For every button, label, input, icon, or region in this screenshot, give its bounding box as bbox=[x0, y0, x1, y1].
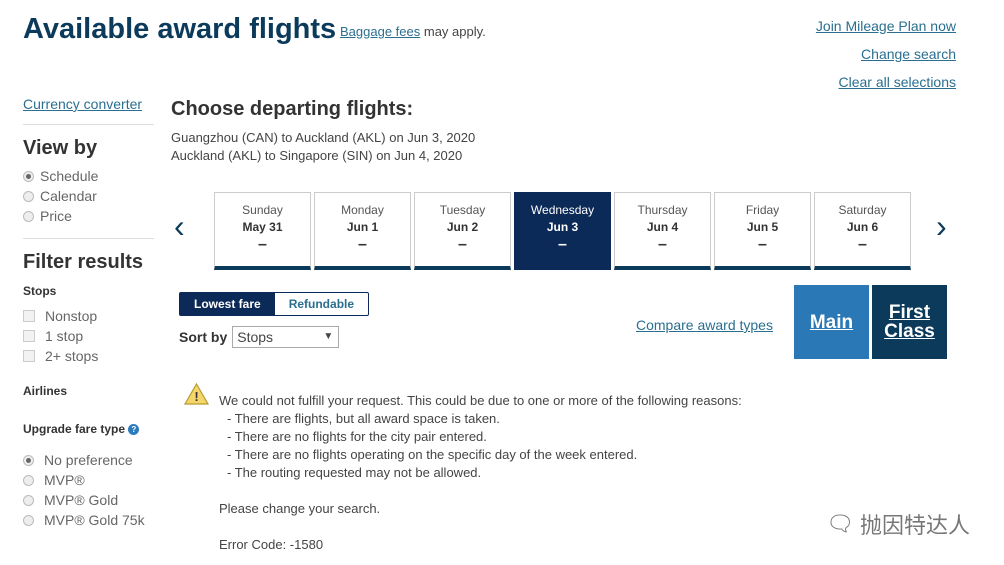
page-title: Available award flights bbox=[23, 13, 337, 45]
checkbox[interactable] bbox=[23, 310, 35, 322]
day-tab[interactable]: Saturday Jun 6– bbox=[814, 192, 911, 270]
upgrade-label: Upgrade fare type ? bbox=[23, 422, 154, 436]
stops-label: Stops bbox=[23, 284, 57, 298]
view-by-heading: View by bbox=[23, 137, 98, 159]
airlines-label: Airlines bbox=[23, 384, 68, 398]
dropdown-arrow-icon: ▼ bbox=[323, 331, 334, 342]
main-header: Choose departing flights: Guangzhou (CAN… bbox=[171, 98, 475, 165]
lowest-fare-tab[interactable]: Lowest fare bbox=[180, 293, 275, 315]
baggage-note: Baggage fees may apply. bbox=[340, 24, 486, 39]
reason-item: - There are no flights operating on the … bbox=[227, 447, 638, 462]
checkbox[interactable] bbox=[23, 330, 35, 342]
choose-title: Choose departing flights: bbox=[171, 98, 414, 120]
clear-selections-link[interactable]: Clear all selections bbox=[839, 74, 957, 90]
day-tab[interactable]: Monday Jun 1– bbox=[314, 192, 411, 270]
radio-icon[interactable] bbox=[23, 474, 34, 486]
sidebar: Currency converter View by Schedule Calen… bbox=[23, 96, 154, 530]
upgrade-option[interactable]: No preference bbox=[23, 450, 154, 470]
help-icon[interactable]: ? bbox=[128, 424, 140, 436]
upgrade-option[interactable]: MVP® Gold 75k bbox=[23, 510, 154, 530]
warning-icon: ! bbox=[183, 382, 210, 405]
day-tab[interactable]: Sunday May 31– bbox=[214, 192, 311, 270]
refundable-tab[interactable]: Refundable bbox=[275, 293, 368, 315]
watermark: 🗨 抛因特达人 bbox=[826, 511, 970, 538]
change-search-link[interactable]: Change search bbox=[861, 46, 956, 62]
filter-heading: Filter results bbox=[23, 251, 144, 273]
baggage-fees-link[interactable]: Baggage fees bbox=[340, 24, 420, 39]
view-by-option[interactable]: Schedule bbox=[23, 166, 154, 186]
radio-icon[interactable] bbox=[23, 514, 34, 526]
prev-week-arrow-icon[interactable]: ‹ bbox=[174, 208, 185, 245]
route-2: Auckland (AKL) to Singapore (SIN) on Jun… bbox=[171, 148, 463, 163]
radio-icon[interactable] bbox=[23, 170, 34, 182]
fare-toggle: Lowest fare Refundable bbox=[179, 292, 370, 316]
day-tab[interactable]: Wednesday Jun 3– bbox=[514, 192, 611, 270]
view-by-option[interactable]: Calendar bbox=[23, 186, 154, 206]
radio-icon[interactable] bbox=[23, 190, 34, 202]
stops-option[interactable]: Nonstop bbox=[23, 306, 154, 326]
cabin-main-button[interactable]: Main bbox=[794, 285, 869, 359]
radio-icon[interactable] bbox=[23, 454, 34, 466]
day-tab[interactable]: Friday Jun 5– bbox=[714, 192, 811, 270]
sort-control: Sort by Stops ▼ bbox=[179, 326, 340, 348]
stops-option[interactable]: 1 stop bbox=[23, 326, 154, 346]
svg-text:!: ! bbox=[194, 389, 198, 404]
error-message: We could not fulfill your request. This … bbox=[219, 393, 742, 552]
error-code: Error Code: -1580 bbox=[219, 537, 324, 552]
view-by-option[interactable]: Price bbox=[23, 206, 154, 226]
upgrade-option[interactable]: MVP® bbox=[23, 470, 154, 490]
stops-option[interactable]: 2+ stops bbox=[23, 346, 154, 366]
reason-item: - The routing requested may not be allow… bbox=[227, 465, 482, 480]
radio-icon[interactable] bbox=[23, 494, 34, 506]
currency-converter-link[interactable]: Currency converter bbox=[23, 96, 142, 112]
top-links: Join Mileage Plan now Change search Clea… bbox=[816, 12, 956, 96]
reason-item: - There are no flights for the city pair… bbox=[227, 429, 487, 444]
cabin-first-class-button[interactable]: First Class bbox=[872, 285, 947, 359]
compare-award-types-link[interactable]: Compare award types bbox=[636, 317, 773, 333]
next-week-arrow-icon[interactable]: › bbox=[936, 208, 947, 245]
sort-select[interactable]: Stops ▼ bbox=[232, 326, 340, 348]
upgrade-option[interactable]: MVP® Gold bbox=[23, 490, 154, 510]
day-tab[interactable]: Tuesday Jun 2– bbox=[414, 192, 511, 270]
radio-icon[interactable] bbox=[23, 210, 34, 222]
join-mileage-plan-link[interactable]: Join Mileage Plan now bbox=[816, 18, 956, 34]
route-1: Guangzhou (CAN) to Auckland (AKL) on Jun… bbox=[171, 130, 476, 145]
wechat-icon: 🗨 bbox=[826, 511, 854, 536]
day-tab[interactable]: Thursday Jun 4– bbox=[614, 192, 711, 270]
reason-item: - There are flights, but all award space… bbox=[227, 411, 500, 426]
checkbox[interactable] bbox=[23, 350, 35, 362]
